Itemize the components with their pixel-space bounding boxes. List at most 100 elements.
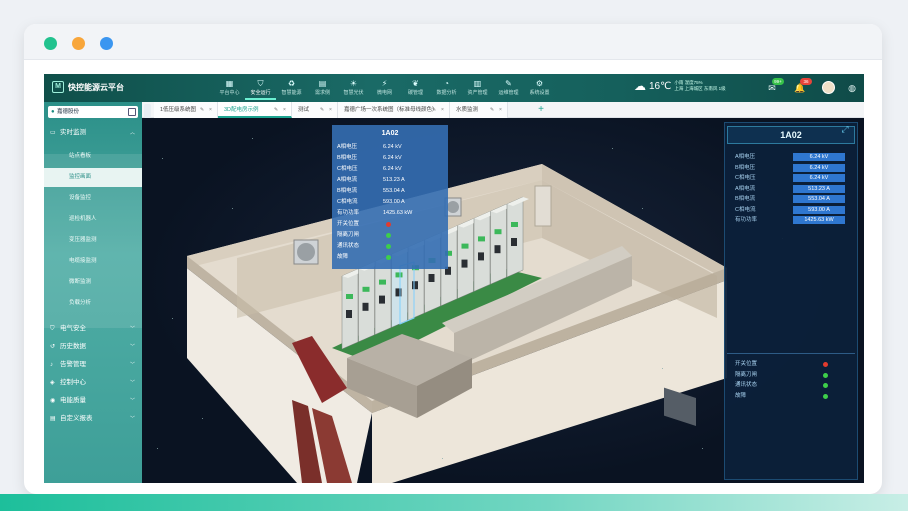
edit-icon[interactable]: ✎: [200, 102, 204, 118]
message-button[interactable]: ✉ 99+: [766, 78, 784, 94]
alert-button[interactable]: 🔔 36: [794, 78, 812, 94]
tooltip-row: A相电压 6.24 kV: [337, 142, 447, 153]
sidebar-group-0[interactable]: ▭ 实时监测 ︿: [44, 124, 142, 142]
tooltip-label: A相电压: [337, 144, 358, 150]
nav-item-0[interactable]: ▦ 平台中心: [214, 76, 245, 100]
sidebar-group-label: 告警管理: [60, 361, 86, 368]
chevron-down-icon: ﹀: [129, 344, 135, 350]
tooltip-label: C相电流: [337, 199, 358, 205]
globe-icon[interactable]: ◍: [846, 82, 858, 94]
sidebar-item[interactable]: 变压器监测: [44, 231, 142, 250]
tooltip-status-label: 开关位置: [337, 221, 360, 227]
nav-item-10[interactable]: ⚙ 系统设置: [524, 76, 555, 100]
sidebar-group-4[interactable]: ◈ 控制中心 ﹀: [44, 374, 142, 392]
close-icon[interactable]: ×: [283, 102, 286, 118]
power-icon: ◉: [50, 398, 56, 404]
nav-item-1[interactable]: ⛉ 安全运行: [245, 76, 276, 100]
nav-item-2[interactable]: ♻ 智慧能源: [276, 76, 307, 100]
chevron-down-icon: ﹀: [129, 380, 135, 386]
location-pin-icon: ●: [51, 109, 55, 115]
panel-row: 有功功率 1425.63 kW: [735, 216, 855, 225]
sidebar-item[interactable]: 设备监控: [44, 189, 142, 208]
nav-item-9[interactable]: ✎ 运维管理: [493, 76, 524, 100]
device-tooltip: 1A02 A相电压 6.24 kV B相电压 6.24 kV C相电压 6.24 kV A相…: [332, 125, 448, 269]
nav-item-7[interactable]: ◔ 数据分析: [431, 76, 462, 100]
brand[interactable]: M 快控能源云平台: [52, 81, 124, 93]
add-tab-button[interactable]: +: [535, 104, 547, 116]
sidebar-collapse-handle[interactable]: [144, 104, 151, 118]
sidebar-item[interactable]: 站点看板: [44, 147, 142, 166]
panel-value: 553.04 A: [793, 195, 845, 203]
tooltip-value: 593.00 A: [383, 199, 405, 205]
edit-icon[interactable]: ✎: [320, 102, 324, 118]
tab-label: 1低压级系统图: [160, 107, 197, 113]
panel-row: C相电压 6.24 kV: [735, 174, 855, 183]
sidebar-item[interactable]: 负载分析: [44, 294, 142, 313]
nav-item-3[interactable]: ▤ 需求侧: [307, 76, 338, 100]
tooltip-value: 1425.63 kW: [383, 210, 413, 216]
wall-box: [534, 185, 552, 227]
sidebar-item[interactable]: 巡检机器人: [44, 210, 142, 229]
site-selector[interactable]: ● 嘉德股份: [48, 106, 138, 118]
chevron-up-icon: ︿: [129, 130, 135, 136]
main-nav: ▦ 平台中心 ⛉ 安全运行 ♻ 智慧能源 ▤ 需求侧 ☀ 智慧光伏 ⚡ 微电网 ❦ 碳管理 ◔ 数据分析 ▥ 资产…: [214, 76, 555, 100]
nav-item-6[interactable]: ❦ 碳管理: [400, 76, 431, 100]
status-section: 开关位置 隔离刀闸 通讯状态 故障: [727, 353, 855, 477]
panel-label: A相电流: [735, 185, 756, 192]
edit-icon[interactable]: ✎: [490, 102, 494, 118]
window-dot-green[interactable]: [44, 37, 57, 50]
edit-icon[interactable]: ✎: [274, 102, 278, 118]
panel-status-label: 隔离刀闸: [735, 371, 758, 378]
star-dot: [702, 448, 703, 449]
tooltip-label: 有功功率: [337, 210, 360, 216]
panel-row: A相电压 6.24 kV: [735, 153, 855, 162]
pie-icon: ◔: [444, 79, 449, 88]
window-dot-blue[interactable]: [100, 37, 113, 50]
tab-4[interactable]: 水质监测 ✎ ×: [450, 102, 508, 118]
tooltip-label: B相电流: [337, 188, 358, 194]
panel-row: B相电流 553.04 A: [735, 195, 855, 204]
close-icon[interactable]: ×: [499, 102, 502, 118]
panel-value: 6.24 kV: [793, 153, 845, 161]
sidebar-group-1[interactable]: ⛉ 电气安全 ﹀: [44, 320, 142, 338]
close-icon[interactable]: ×: [329, 102, 332, 118]
tooltip-label: B相电压: [337, 155, 358, 161]
control-icon: ◈: [50, 380, 55, 386]
sidebar-item[interactable]: 微断监测: [44, 273, 142, 292]
panel-label: B相电流: [735, 196, 756, 202]
nav-item-4[interactable]: ☀ 智慧光伏: [338, 76, 369, 100]
sidebar-item[interactable]: 电缆接监测: [44, 252, 142, 271]
expand-icon[interactable]: ⤢: [840, 124, 850, 134]
tooltip-status-label: 通讯状态: [337, 243, 360, 249]
tooltip-label: A相电流: [337, 177, 358, 183]
window-dot-orange[interactable]: [72, 37, 85, 50]
gear-icon: ⚙: [535, 79, 544, 88]
panel-status-label: 开关位置: [735, 361, 758, 367]
sidebar-group-3[interactable]: ♪ 告警管理 ﹀: [44, 356, 142, 374]
sidebar-group-2[interactable]: ↺ 历史数据 ﹀: [44, 338, 142, 356]
tooltip-status-label: 隔离刀闸: [337, 232, 360, 238]
nav-item-8[interactable]: ▥ 资产管理: [462, 76, 493, 100]
nav-item-5[interactable]: ⚡ 微电网: [369, 76, 400, 100]
tooltip-title: 1A02: [381, 130, 399, 137]
close-icon[interactable]: ×: [209, 102, 212, 118]
leaf-icon: ❦: [412, 79, 419, 88]
avatar[interactable]: [822, 81, 835, 94]
tab-1[interactable]: 3D配电房示例 ✎ ×: [218, 102, 292, 118]
site-name: 嘉德股份: [57, 109, 80, 115]
tab-0[interactable]: 1低压级系统图 ✎ ×: [154, 102, 218, 118]
edit-icon[interactable]: ✎: [432, 102, 436, 118]
sidebar-group-5[interactable]: ◉ 电能质量 ﹀: [44, 392, 142, 410]
tab-3[interactable]: 嘉德广场一次系统图（标准母线颜色） ✎ ×: [338, 102, 450, 118]
panel-value: 593.00 A: [793, 205, 845, 214]
sidebar-group-6[interactable]: ▤ 自定义报表 ﹀: [44, 410, 142, 428]
3d-scene[interactable]: 1A02 A相电压 6.24 kV B相电压 6.24 kV C相电压 6.24 kV A相…: [142, 118, 864, 483]
sidebar-item[interactable]: 监控画面: [44, 168, 142, 187]
window-titlebar: [24, 24, 882, 60]
close-icon[interactable]: ×: [441, 102, 444, 118]
site-switch-icon[interactable]: [128, 108, 136, 116]
browser-frame: M 快控能源云平台 ▦ 平台中心 ⛉ 安全运行 ♻ 智慧能源 ▤ 需求侧 ☀ 智慧光伏 ⚡ 微电网 ❦ 碳…: [24, 24, 882, 494]
nav-item-label: 智慧能源: [281, 90, 302, 96]
tooltip-status-row: 隔离刀闸: [337, 230, 447, 241]
tab-2[interactable]: 测试 ✎ ×: [292, 102, 338, 118]
